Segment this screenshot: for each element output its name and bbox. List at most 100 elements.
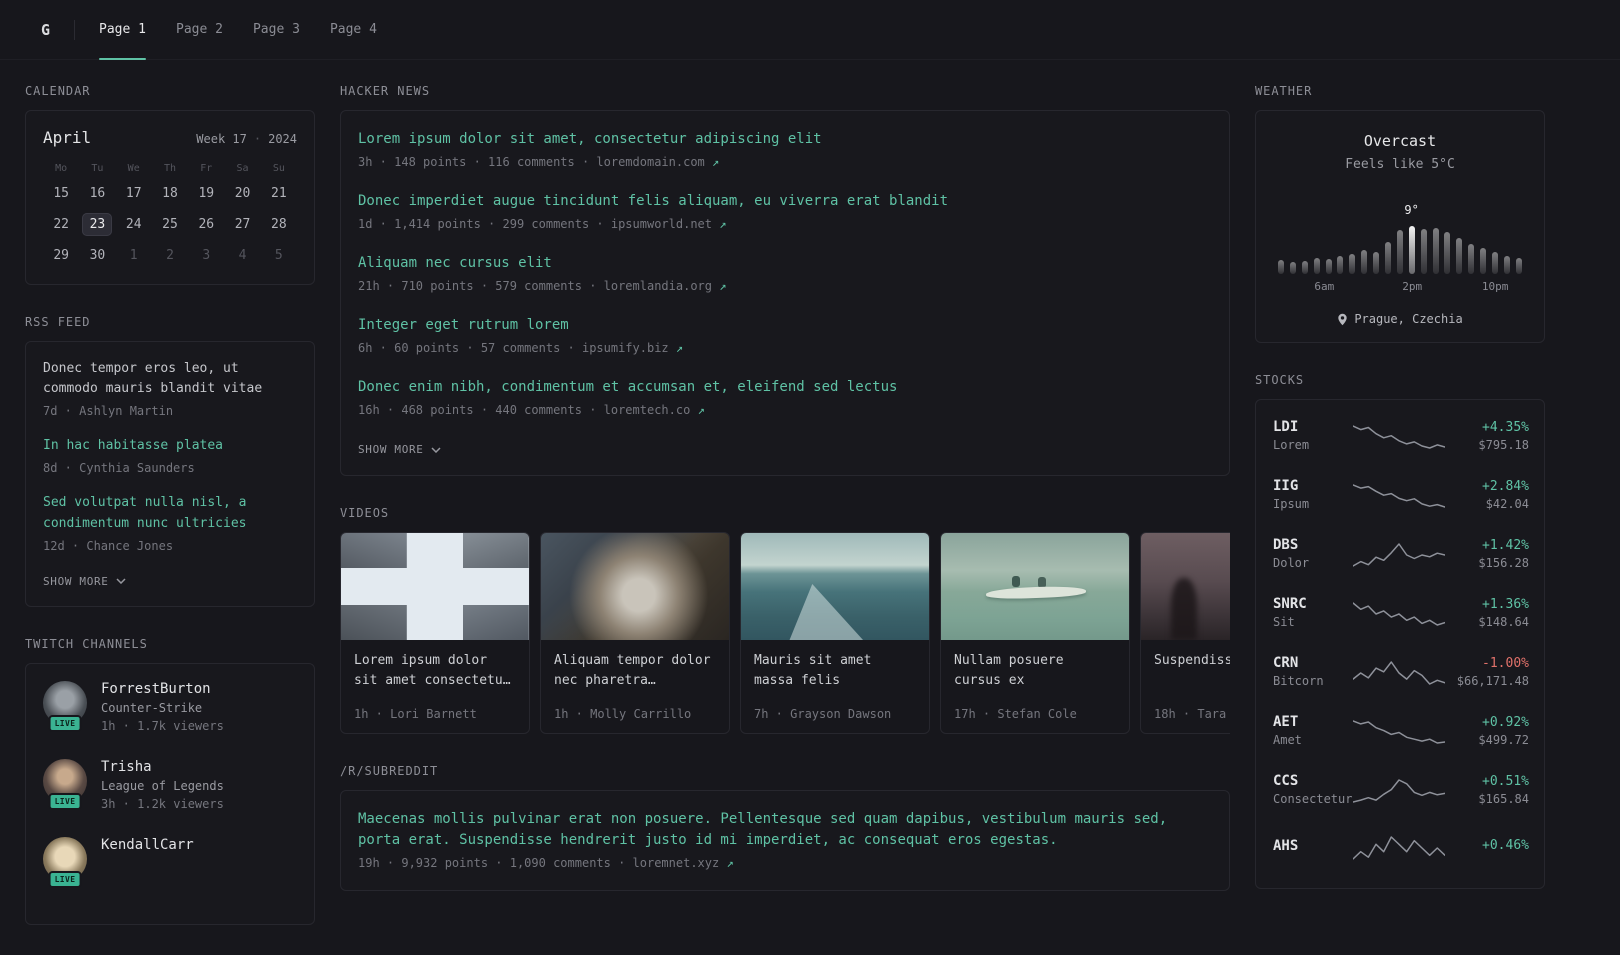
stock-symbol: CRN: [1273, 655, 1299, 671]
calendar-day[interactable]: 4: [228, 244, 258, 267]
rss-item[interactable]: Donec tempor eros leo, ut commodo mauris…: [43, 359, 297, 420]
hackernews-item-title[interactable]: Donec imperdiet augue tincidunt felis al…: [358, 191, 1212, 212]
calendar-day[interactable]: 19: [191, 182, 221, 205]
stock-row[interactable]: LDI Lorem +4.35% $795.18: [1273, 419, 1529, 452]
twitch-channel[interactable]: LIVE Trisha League of Legends 3h · 1.2k …: [43, 758, 297, 811]
video-title: Suspendisse diam: [1154, 653, 1230, 668]
weather-bar: [1349, 254, 1356, 274]
weather-bar: [1385, 242, 1392, 274]
rss-item[interactable]: Sed volutpat nulla nisl, a condimentum n…: [43, 493, 297, 554]
rss-show-more-button[interactable]: SHOW MORE: [43, 575, 126, 588]
stock-row[interactable]: AET Amet +0.92% $499.72: [1273, 714, 1529, 747]
weather-location[interactable]: Prague, Czechia: [1272, 312, 1528, 326]
weather-bar: [1361, 250, 1368, 274]
calendar-day[interactable]: 20: [228, 182, 258, 205]
weather-time-axis: 6am 2pm 10pm: [1278, 280, 1522, 296]
twitch-channel[interactable]: LIVE ForrestBurton Counter-Strike 1h · 1…: [43, 680, 297, 733]
hackernews-show-more-button[interactable]: SHOW MORE: [358, 443, 441, 456]
tab-page-2[interactable]: Page 2: [176, 0, 223, 59]
weather-box: Overcast Feels like 5°C 9° 6am 2pm 10pm …: [1255, 110, 1545, 343]
hackernews-item-title[interactable]: Lorem ipsum dolor sit amet, consectetur …: [358, 129, 1212, 150]
twitch-box: LIVE ForrestBurton Counter-Strike 1h · 1…: [25, 662, 315, 925]
hackernews-item-title[interactable]: Donec enim nibh, condimentum et accumsan…: [358, 377, 1212, 398]
dashboard: CALENDAR April Week 17 · 2024 Mo Tu We Th Fr…: [0, 60, 1620, 955]
external-link-icon: ↗: [675, 341, 684, 355]
tab-page-3[interactable]: Page 3: [253, 0, 300, 59]
stock-sparkline: [1353, 775, 1445, 805]
calendar-day[interactable]: 26: [191, 213, 221, 236]
app-logo[interactable]: G: [41, 21, 50, 39]
calendar-month: April: [43, 128, 92, 147]
rss-item[interactable]: In hac habitasse platea 8d · Cynthia Sau…: [43, 436, 297, 477]
tab-label: Page 2: [176, 22, 223, 37]
video-title: Aliquam tempor dolor nec pharetra…: [554, 653, 711, 688]
weather-bar: [1289, 262, 1296, 274]
stock-name: Sit: [1273, 615, 1295, 629]
subreddit-post-title[interactable]: Maecenas mollis pulvinar erat non posuer…: [358, 809, 1212, 851]
calendar-day[interactable]: 15: [46, 182, 76, 205]
calendar-day[interactable]: 28: [264, 213, 294, 236]
calendar-day[interactable]: 21: [264, 182, 294, 205]
calendar-day[interactable]: 5: [264, 244, 294, 267]
avatar: LIVE: [43, 680, 87, 732]
stock-row[interactable]: IIG Ipsum +2.84% $42.04: [1273, 478, 1529, 511]
tab-page-4[interactable]: Page 4: [330, 0, 377, 59]
stock-row[interactable]: CRN Bitcorn -1.00% $66,171.48: [1273, 655, 1529, 688]
calendar-day[interactable]: 22: [46, 213, 76, 236]
stock-row[interactable]: CCS Consectetur +0.51% $165.84: [1273, 773, 1529, 806]
hackernews-item-title[interactable]: Aliquam nec cursus elit: [358, 253, 1212, 274]
weather-bar: [1515, 258, 1522, 274]
stock-price: $148.64: [1478, 614, 1529, 629]
stock-values: +1.36% $148.64: [1445, 597, 1529, 629]
calendar-day[interactable]: 16: [82, 182, 112, 205]
calendar-day[interactable]: 3: [191, 244, 221, 267]
stock-values: +4.35% $795.18: [1445, 420, 1529, 452]
tab-page-1[interactable]: Page 1: [99, 0, 146, 60]
video-card[interactable]: Suspendisse diam 18h · Tara: [1140, 532, 1230, 734]
hackernews-box: Lorem ipsum dolor sit amet, consectetur …: [340, 110, 1230, 476]
rss-item-meta: 8d · Cynthia Saunders: [43, 461, 195, 476]
calendar-grid[interactable]: Mo Tu We Th Fr Sa Su 15 16 17 18 19 20 21 22 23 24 25 26 27…: [43, 163, 297, 267]
stock-row[interactable]: AHS +0.46%: [1273, 832, 1529, 862]
hackernews-item-meta: 16h · 468 points · 440 comments · loremt…: [358, 401, 1212, 419]
stock-change: +4.35%: [1482, 419, 1529, 435]
stock-price: $795.18: [1478, 437, 1529, 452]
stock-values: -1.00% $66,171.48: [1445, 656, 1529, 688]
calendar-day[interactable]: 27: [228, 213, 258, 236]
calendar-day[interactable]: 17: [119, 182, 149, 205]
video-card[interactable]: Lorem ipsum dolor sit amet consectetu… 1…: [340, 532, 530, 734]
video-card[interactable]: Nullam posuere cursus ex 17h · Stefan Co…: [940, 532, 1130, 734]
stock-change: +0.51%: [1482, 773, 1529, 789]
calendar-day[interactable]: 24: [119, 213, 149, 236]
weather-bar: [1408, 226, 1415, 274]
calendar-day[interactable]: 29: [46, 244, 76, 267]
chevron-down-icon: [431, 446, 441, 453]
rss-item-title: Donec tempor eros leo, ut commodo mauris…: [43, 361, 263, 397]
stock-name: Bitcorn: [1273, 674, 1324, 688]
rss-box: Donec tempor eros leo, ut commodo mauris…: [25, 341, 315, 607]
stock-row[interactable]: SNRC Sit +1.36% $148.64: [1273, 596, 1529, 629]
hackernews-item-meta: 1d · 1,414 points · 299 comments · ipsum…: [358, 215, 1212, 233]
calendar-day[interactable]: 18: [155, 182, 185, 205]
tab-label: Page 1: [99, 22, 146, 37]
stock-symbol: LDI: [1273, 419, 1299, 435]
video-card[interactable]: Mauris sit amet massa felis 7h · Grayson…: [740, 532, 930, 734]
calendar-day[interactable]: 25: [155, 213, 185, 236]
stock-sparkline: [1353, 421, 1445, 451]
calendar-day[interactable]: 1: [119, 244, 149, 267]
weather-bar: [1480, 248, 1487, 274]
stock-values: +2.84% $42.04: [1445, 479, 1529, 511]
twitch-channel[interactable]: LIVE KendallCarr: [43, 836, 297, 888]
calendar-day[interactable]: 23: [82, 213, 113, 236]
stock-symbol: AET: [1273, 714, 1299, 730]
weather-bar: [1420, 229, 1427, 274]
stock-row[interactable]: DBS Dolor +1.42% $156.28: [1273, 537, 1529, 570]
hackernews-item-title[interactable]: Integer eget rutrum lorem: [358, 315, 1212, 336]
calendar-day[interactable]: 2: [155, 244, 185, 267]
video-card[interactable]: Aliquam tempor dolor nec pharetra… 1h · …: [540, 532, 730, 734]
meta-text: 3h · 148 points · 116 comments · loremdo…: [358, 155, 705, 169]
stock-id: CRN Bitcorn: [1273, 655, 1353, 688]
calendar-day[interactable]: 30: [82, 244, 112, 267]
stock-name: Lorem: [1273, 438, 1310, 452]
stock-change: -1.00%: [1482, 655, 1529, 671]
